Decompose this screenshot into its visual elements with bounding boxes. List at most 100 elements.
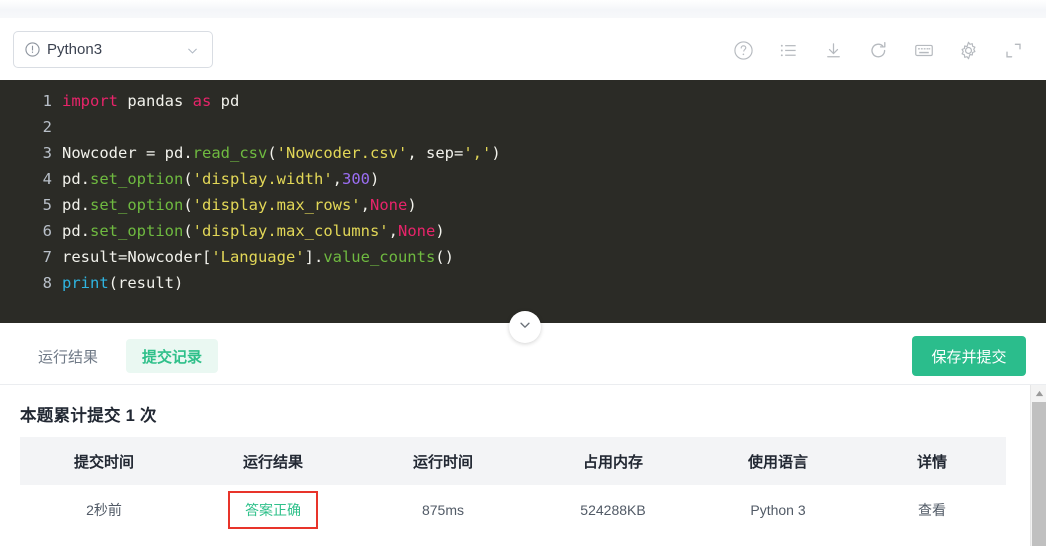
col-run-time: 运行时间 — [358, 437, 528, 485]
settings-icon[interactable] — [946, 32, 991, 68]
page-top-strip — [0, 0, 1046, 18]
code-line: 1 import pandas as pd — [0, 88, 1046, 114]
code-token: set_option — [90, 222, 184, 240]
submission-count-title: 本题累计提交 1 次 — [20, 407, 157, 425]
line-number: 6 — [42, 222, 52, 240]
line-number: 1 — [42, 92, 52, 110]
code-token: (result) — [108, 274, 184, 292]
chevron-down-icon — [518, 318, 532, 337]
editor-collapse-button[interactable] — [509, 311, 541, 343]
code-token: = — [453, 144, 464, 162]
code-token: 'display.max_rows' — [192, 196, 361, 214]
code-token: , — [407, 144, 426, 162]
table-header-row: 提交时间 运行结果 运行时间 占用内存 使用语言 详情 — [20, 437, 1006, 485]
editor-toolbar — [721, 32, 1036, 68]
code-token: print — [62, 274, 109, 292]
chevron-down-icon — [186, 44, 199, 57]
code-token: sep — [425, 144, 454, 162]
code-line: 4 pd.set_option('display.width',300) — [0, 166, 1046, 192]
code-token: pd. — [62, 222, 90, 240]
code-token: ) — [435, 222, 445, 240]
code-token: ( — [183, 196, 193, 214]
code-token: pd. — [62, 170, 90, 188]
col-detail: 详情 — [858, 437, 1006, 485]
code-line: 7 result=Nowcoder['Language'].value_count… — [0, 244, 1046, 270]
code-token: 'Language' — [211, 248, 305, 266]
view-detail-link[interactable]: 查看 — [918, 502, 946, 518]
results-scrollbar[interactable] — [1030, 385, 1046, 546]
line-number: 5 — [42, 196, 52, 214]
code-practice-page: Python3 1 import pandas as pd 2 3 Nowcod… — [0, 0, 1046, 546]
code-token: 'display.width' — [192, 170, 333, 188]
code-token: ) — [407, 196, 417, 214]
code-token: None — [370, 196, 408, 214]
line-number: 2 — [42, 118, 52, 136]
editor-header-bar: Python3 — [0, 18, 1046, 80]
code-token: ',' — [463, 144, 492, 162]
triangle-up-icon[interactable] — [1031, 385, 1046, 402]
language-selector[interactable]: Python3 — [13, 31, 213, 68]
cell-language: Python 3 — [698, 485, 858, 535]
code-token: () — [435, 248, 454, 266]
code-token: , — [360, 196, 370, 214]
code-token: 300 — [342, 170, 370, 188]
scrollbar-thumb[interactable] — [1032, 402, 1046, 546]
cell-run-time: 875ms — [358, 485, 528, 535]
cell-submit-time: 2秒前 — [20, 485, 188, 535]
code-token: ) — [370, 170, 380, 188]
code-token: , — [332, 170, 342, 188]
help-icon[interactable] — [721, 32, 766, 68]
status-badge: 答案正确 — [228, 491, 318, 529]
code-token: None — [397, 222, 436, 240]
code-token: result=Nowcoder[ — [62, 248, 212, 266]
tab-run-result[interactable]: 运行结果 — [22, 339, 114, 373]
code-token: Nowcoder = pd. — [62, 144, 193, 162]
code-token: set_option — [90, 170, 184, 188]
download-icon[interactable] — [811, 32, 856, 68]
code-token: as — [192, 92, 212, 110]
info-circle-icon — [25, 42, 40, 57]
line-number: 4 — [42, 170, 52, 188]
code-token: value_counts — [323, 248, 436, 266]
code-token: ( — [183, 222, 193, 240]
cell-detail: 查看 — [858, 485, 1006, 535]
code-token: set_option — [90, 196, 184, 214]
col-language: 使用语言 — [698, 437, 858, 485]
code-token: ]. — [304, 248, 324, 266]
cell-memory: 524288KB — [528, 485, 698, 535]
code-editor[interactable]: 1 import pandas as pd 2 3 Nowcoder = pd.read… — [0, 80, 1046, 323]
line-number: 8 — [42, 274, 52, 292]
table-row: 2秒前 答案正确 875ms 524288KB Python 3 查看 — [20, 485, 1006, 535]
line-number: 3 — [42, 144, 52, 162]
tab-submit-record[interactable]: 提交记录 — [126, 339, 219, 373]
code-token: pd — [211, 92, 240, 110]
code-token: , — [388, 222, 398, 240]
code-token: read_csv — [192, 144, 268, 162]
list-icon[interactable] — [766, 32, 811, 68]
col-submit-time: 提交时间 — [20, 437, 188, 485]
code-line: 5 pd.set_option('display.max_rows',None) — [0, 192, 1046, 218]
code-token: pandas — [118, 92, 193, 110]
code-token: pd. — [62, 196, 90, 214]
cell-run-result: 答案正确 — [188, 485, 358, 535]
language-selector-label: Python3 — [47, 41, 103, 58]
code-token: ) — [491, 144, 501, 162]
code-token: 'display.max_columns' — [192, 222, 389, 240]
code-token: 'Nowcoder.csv' — [276, 144, 408, 162]
code-line: 3 Nowcoder = pd.read_csv('Nowcoder.csv', … — [0, 140, 1046, 166]
submissions-table: 提交时间 运行结果 运行时间 占用内存 使用语言 详情 2秒前 答案正确 875… — [20, 437, 1006, 535]
code-token: import — [62, 92, 118, 110]
col-memory: 占用内存 — [528, 437, 698, 485]
code-content[interactable]: 1 import pandas as pd 2 3 Nowcoder = pd.read… — [0, 80, 1046, 296]
code-token: ( — [183, 170, 193, 188]
code-line: 8 print(result) — [0, 270, 1046, 296]
code-line: 6 pd.set_option('display.max_columns',Non… — [0, 218, 1046, 244]
code-token: ( — [267, 144, 277, 162]
keyboard-icon[interactable] — [901, 32, 946, 68]
fullscreen-icon[interactable] — [991, 32, 1036, 68]
reset-icon[interactable] — [856, 32, 901, 68]
save-and-submit-button[interactable]: 保存并提交 — [912, 336, 1026, 376]
submission-results-panel: 本题累计提交 1 次 提交时间 运行结果 运行时间 占用内存 使用语言 详情 2… — [0, 385, 1046, 546]
col-run-result: 运行结果 — [188, 437, 358, 485]
line-number: 7 — [42, 248, 52, 266]
